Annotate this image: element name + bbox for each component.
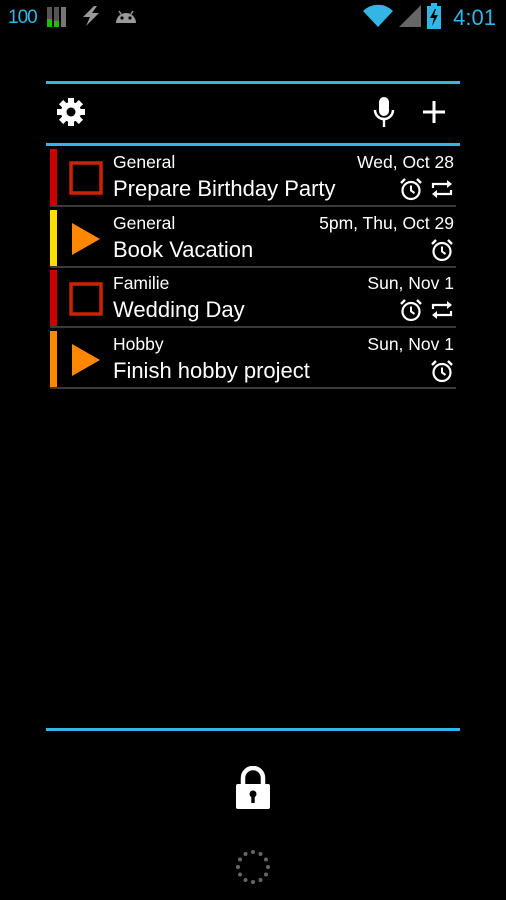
- voice-input-button[interactable]: [368, 96, 400, 133]
- priority-bar: [50, 270, 57, 326]
- task-due-date: Sun, Nov 1: [367, 273, 454, 293]
- usb-debug-icon: [79, 5, 103, 32]
- task-indicator-icons: [430, 237, 454, 263]
- wifi-icon: [363, 4, 394, 33]
- microphone-icon: [372, 96, 396, 133]
- battery-percent: 100: [8, 7, 38, 28]
- android-icon: [113, 5, 139, 32]
- task-row[interactable]: General Book Vacation 5pm, Thu, Oct 29: [50, 209, 456, 268]
- task-due-date: 5pm, Thu, Oct 29: [319, 212, 454, 233]
- task-due-date: Wed, Oct 28: [357, 152, 454, 172]
- task-title: Book Vacation: [113, 236, 254, 262]
- status-bar: 100 4:01: [0, 0, 506, 36]
- widget-bottom-divider: [46, 728, 460, 731]
- alarm-icon: [399, 298, 423, 322]
- alarm-icon: [430, 359, 454, 383]
- battery-charging-icon: [427, 2, 442, 34]
- task-list: General Prepare Birthday Party Wed, Oct 28…: [50, 149, 456, 391]
- status-bar-system: 4:01: [363, 2, 496, 34]
- widget-toolbar: [46, 86, 460, 142]
- plus-icon: [422, 100, 446, 129]
- priority-bar: [50, 209, 57, 266]
- loading-spinner-icon: [234, 848, 272, 886]
- gear-icon: [56, 97, 86, 132]
- toolbar-divider: [46, 143, 460, 146]
- task-indicator-icons: [399, 297, 454, 323]
- repeat-icon: [430, 177, 454, 201]
- alarm-icon: [399, 177, 423, 201]
- task-category: Familie: [113, 273, 170, 293]
- checkbox-icon[interactable]: [68, 160, 104, 196]
- task-category: Hobby: [113, 333, 164, 354]
- cell-signal-icon: [399, 4, 422, 32]
- task-indicator-icons: [399, 176, 454, 202]
- task-title: Prepare Birthday Party: [113, 176, 336, 201]
- task-row[interactable]: General Prepare Birthday Party Wed, Oct 28: [50, 149, 456, 207]
- checkbox-icon[interactable]: [68, 281, 104, 317]
- task-indicator-icons: [430, 358, 454, 384]
- play-icon[interactable]: [68, 342, 104, 378]
- task-row[interactable]: Hobby Finish hobby project Sun, Nov 1: [50, 330, 456, 389]
- task-row[interactable]: Familie Wedding Day Sun, Nov 1: [50, 270, 456, 328]
- priority-bar: [50, 330, 57, 387]
- add-task-button[interactable]: [418, 98, 450, 130]
- task-category: General: [113, 152, 176, 172]
- task-category: General: [113, 212, 176, 233]
- repeat-icon: [430, 298, 454, 322]
- settings-button[interactable]: [55, 97, 87, 132]
- task-title: Finish hobby project: [113, 357, 310, 383]
- widget-top-divider: [46, 81, 460, 84]
- lock-icon[interactable]: [235, 765, 271, 810]
- status-bar-notifications: 100: [8, 4, 139, 32]
- clock: 4:01: [453, 5, 496, 30]
- priority-bar: [50, 149, 57, 205]
- task-title: Wedding Day: [113, 297, 245, 322]
- task-due-date: Sun, Nov 1: [367, 333, 454, 354]
- signal-bars-icon: [46, 5, 69, 32]
- alarm-icon: [430, 238, 454, 262]
- play-icon[interactable]: [68, 221, 104, 257]
